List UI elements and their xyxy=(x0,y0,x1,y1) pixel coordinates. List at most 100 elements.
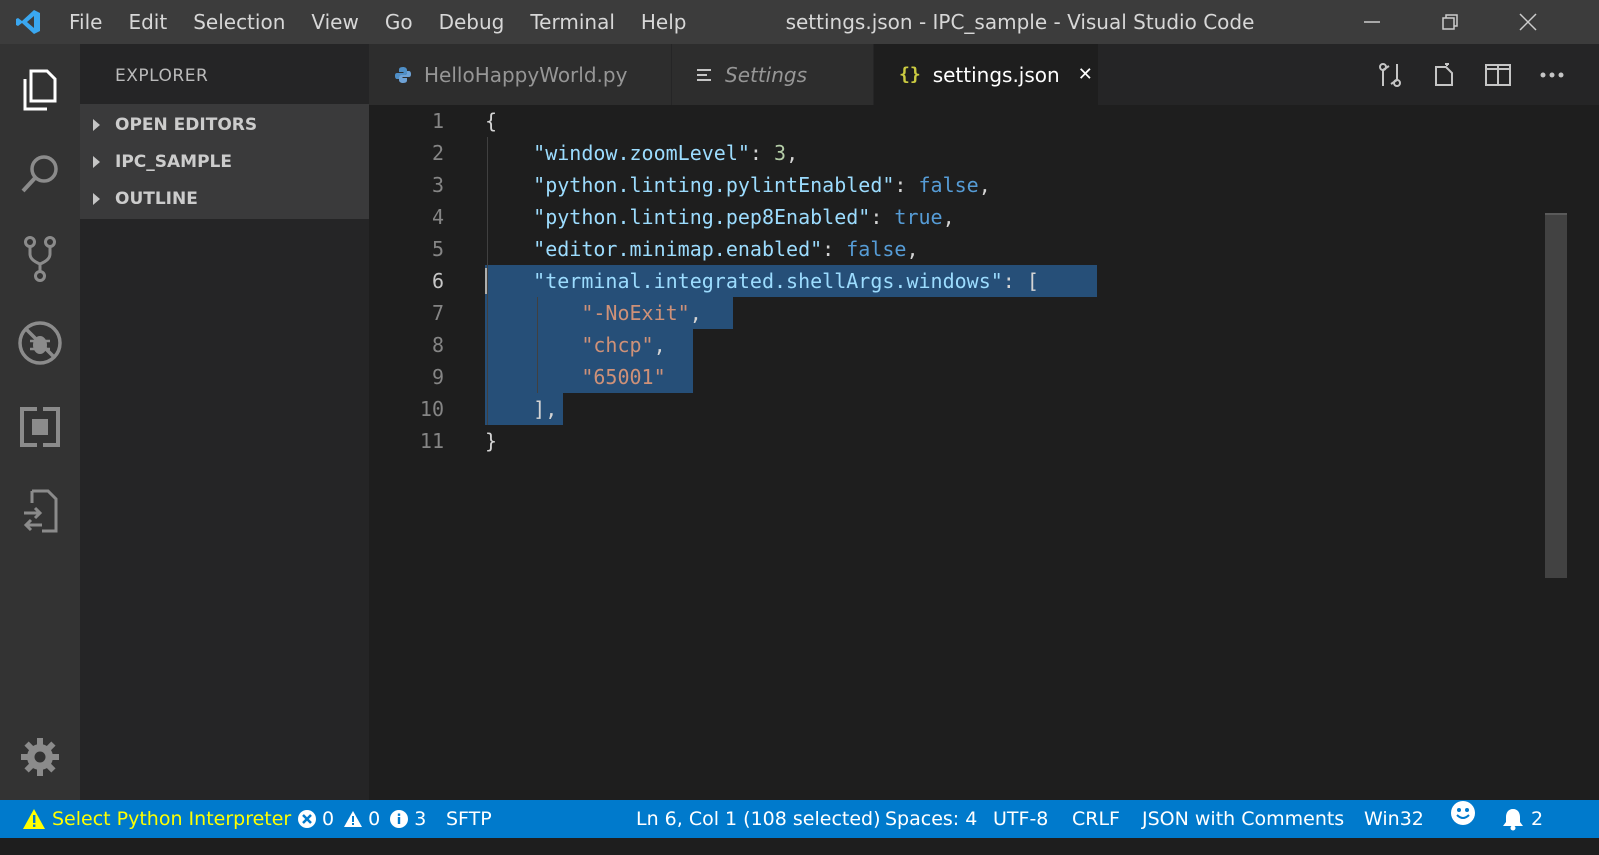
activity-extensions[interactable] xyxy=(0,392,80,462)
ellipsis-icon xyxy=(1540,72,1564,77)
section-outline[interactable]: OUTLINE xyxy=(80,180,369,217)
close-window-button[interactable] xyxy=(1500,0,1556,44)
warning-count-icon xyxy=(344,811,363,827)
line-number-active: 6 xyxy=(431,269,444,293)
restore-button[interactable] xyxy=(1422,0,1478,44)
menu-go[interactable]: Go xyxy=(372,0,426,44)
tab-hellohappyworld[interactable]: HelloHappyWorld.py xyxy=(369,44,671,105)
python-icon xyxy=(394,66,412,84)
platform-status[interactable]: Win32 xyxy=(1364,800,1424,838)
code-line: "editor.minimap.enabled": false, xyxy=(485,233,1039,265)
line-number: 4 xyxy=(431,205,444,229)
activity-debug[interactable] xyxy=(0,308,80,378)
error-count: 0 xyxy=(322,808,335,830)
line-number: 8 xyxy=(431,333,444,357)
code-line: "chcp", xyxy=(485,329,1039,361)
feedback-button[interactable] xyxy=(1450,800,1476,826)
minimize-icon xyxy=(1364,21,1380,23)
title-bar: File Edit Selection View Go Debug Termin… xyxy=(0,0,1599,44)
vscode-logo-icon xyxy=(14,8,42,36)
compare-changes-icon xyxy=(1379,62,1401,87)
minimize-button[interactable] xyxy=(1344,0,1400,44)
cursor-position[interactable]: Ln 6, Col 1 (108 selected) xyxy=(636,800,881,838)
explorer-sidebar: EXPLORER OPEN EDITORS IPC_SAMPLE OUTLINE xyxy=(80,44,369,800)
open-file-icon xyxy=(1435,62,1453,86)
section-open-editors[interactable]: OPEN EDITORS xyxy=(80,106,369,143)
menu-file[interactable]: File xyxy=(56,0,115,44)
language-mode[interactable]: JSON with Comments xyxy=(1142,800,1344,838)
code-lines: { "window.zoomLevel": 3, "python.linting… xyxy=(485,105,1097,457)
extensions-icon xyxy=(20,407,60,447)
problems-indicator[interactable]: 0 0 3 xyxy=(297,800,426,838)
line-number: 1 xyxy=(431,109,444,133)
split-editor-icon xyxy=(1485,63,1511,86)
bell-icon xyxy=(1503,809,1523,831)
menu-debug[interactable]: Debug xyxy=(426,0,518,44)
section-ipc-sample[interactable]: IPC_SAMPLE xyxy=(80,143,369,180)
chevron-right-icon xyxy=(93,118,100,131)
menu-bar: File Edit Selection View Go Debug Termin… xyxy=(56,0,700,44)
vertical-scrollbar-thumb[interactable] xyxy=(1545,215,1567,578)
search-icon xyxy=(21,155,58,193)
more-actions-button[interactable] xyxy=(1525,55,1579,95)
gear-icon xyxy=(21,738,59,776)
notification-count: 2 xyxy=(1531,808,1544,830)
python-interpreter-label: Select Python Interpreter xyxy=(52,808,292,830)
activity-explorer[interactable] xyxy=(0,55,80,125)
open-changes-button[interactable] xyxy=(1363,55,1417,95)
menu-edit[interactable]: Edit xyxy=(115,0,180,44)
tab-label: HelloHappyWorld.py xyxy=(424,62,628,87)
code-line: "65001" xyxy=(485,361,1039,393)
window-title: settings.json - IPC_sample - Visual Stud… xyxy=(785,10,1255,34)
smiley-icon xyxy=(1451,801,1475,825)
activity-bar xyxy=(0,44,80,800)
line-number: 5 xyxy=(431,237,444,261)
line-number: 11 xyxy=(419,429,444,453)
tab-settings[interactable]: Settings xyxy=(672,44,873,105)
activity-source-control[interactable] xyxy=(0,224,80,294)
close-tab-icon[interactable]: ✕ xyxy=(1078,64,1093,85)
sftp-status[interactable]: SFTP xyxy=(446,800,492,838)
code-line: ], xyxy=(485,393,1039,425)
menu-selection[interactable]: Selection xyxy=(180,0,298,44)
menu-terminal[interactable]: Terminal xyxy=(517,0,628,44)
select-python-interpreter[interactable]: Select Python Interpreter xyxy=(22,800,291,838)
explorer-icon xyxy=(23,69,57,111)
close-icon xyxy=(1519,13,1537,31)
split-editor-button[interactable] xyxy=(1471,55,1525,95)
activity-manage[interactable] xyxy=(0,722,80,792)
activity-remote-explorer[interactable] xyxy=(0,477,80,547)
section-label: IPC_SAMPLE xyxy=(115,151,232,172)
remote-explorer-icon xyxy=(23,489,58,533)
editor-actions xyxy=(1363,44,1579,105)
debug-icon xyxy=(18,321,62,365)
line-number: 3 xyxy=(431,173,444,197)
sidebar-sections: OPEN EDITORS IPC_SAMPLE OUTLINE xyxy=(80,104,369,219)
section-label: OUTLINE xyxy=(115,188,198,209)
encoding-status[interactable]: UTF-8 xyxy=(993,800,1048,838)
notifications-button[interactable]: 2 xyxy=(1502,800,1543,838)
status-bar: Select Python Interpreter 0 0 3 SFTP Ln … xyxy=(0,800,1599,838)
chevron-right-icon xyxy=(93,192,100,205)
open-settings-ui-button[interactable] xyxy=(1417,55,1471,95)
chevron-right-icon xyxy=(93,155,100,168)
warning-icon xyxy=(23,809,45,829)
line-number: 7 xyxy=(431,301,444,325)
info-count: 3 xyxy=(414,808,427,830)
eol-status[interactable]: CRLF xyxy=(1072,800,1120,838)
code-line: "terminal.integrated.shellArgs.windows":… xyxy=(485,265,1097,297)
error-icon xyxy=(298,810,316,828)
line-number: 2 xyxy=(431,141,444,165)
section-label: OPEN EDITORS xyxy=(115,114,258,135)
warning-count: 0 xyxy=(368,808,381,830)
tab-settings-json[interactable]: {} settings.json ✕ xyxy=(874,44,1098,105)
code-editor[interactable]: 1 2 3 4 5 6 7 8 9 10 11 { "window.zoomLe… xyxy=(369,105,1599,800)
menu-view[interactable]: View xyxy=(298,0,371,44)
menu-help[interactable]: Help xyxy=(628,0,700,44)
line-number: 9 xyxy=(431,365,444,389)
editor-tabs: HelloHappyWorld.py Settings {} settings.… xyxy=(369,44,1599,105)
window-bottom-edge xyxy=(0,838,1599,855)
settings-list-icon xyxy=(697,68,713,82)
indentation-status[interactable]: Spaces: 4 xyxy=(885,800,977,838)
activity-search[interactable] xyxy=(0,139,80,209)
